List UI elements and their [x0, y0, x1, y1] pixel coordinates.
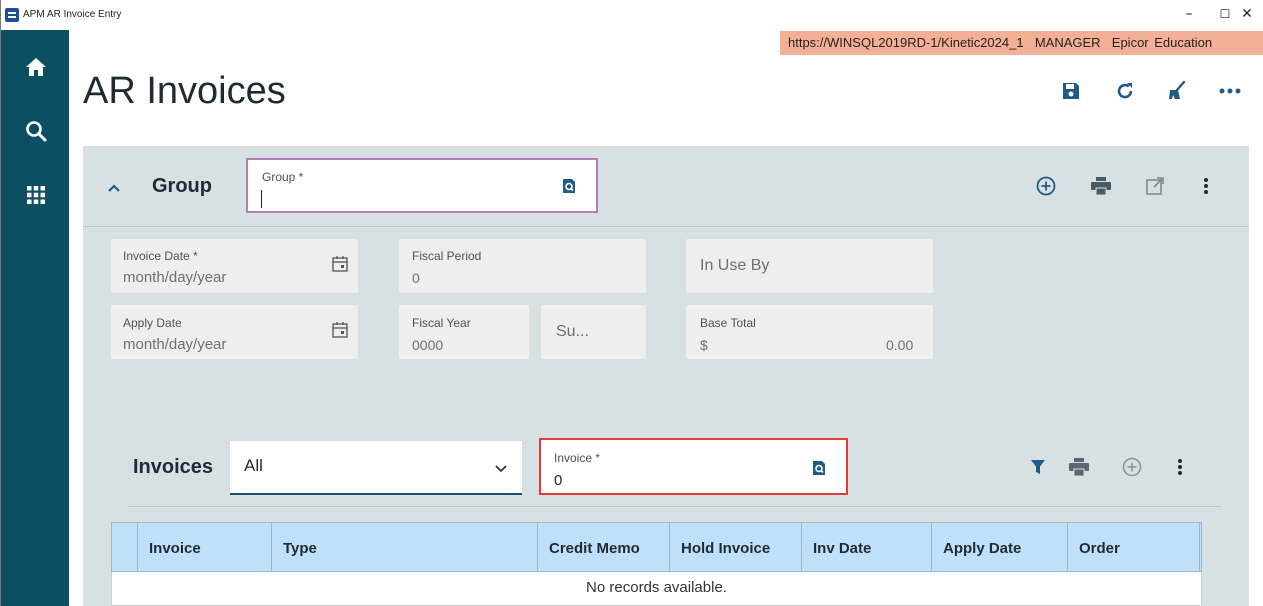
- filter-icon[interactable]: [1027, 456, 1049, 478]
- lookup-search-icon[interactable]: [810, 458, 828, 478]
- fiscal-period-label: Fiscal Period: [412, 249, 482, 263]
- fiscal-year-label: Fiscal Year: [412, 316, 471, 330]
- invoice-date-placeholder: month/day/year: [123, 269, 227, 286]
- environment-info-banner: https://WINSQL2019RD-1/Kinetic2024_1 MAN…: [780, 31, 1263, 55]
- invoice-input-value: 0: [554, 472, 563, 489]
- window-title: APM AR Invoice Entry: [23, 9, 122, 20]
- clear-icon[interactable]: [1166, 80, 1188, 102]
- base-total-currency: $: [700, 337, 708, 353]
- column-header-credit-memo[interactable]: Credit Memo: [537, 523, 669, 573]
- invoices-kebab-menu-icon[interactable]: [1172, 456, 1188, 478]
- text-cursor: [261, 190, 262, 208]
- column-header-order[interactable]: Order: [1067, 523, 1199, 573]
- apps-grid-icon[interactable]: [19, 178, 53, 212]
- su-field-value: Su...: [556, 323, 589, 340]
- invoice-date-field[interactable]: Invoice Date * month/day/year: [111, 239, 358, 293]
- grid-body: No records available.: [111, 572, 1202, 606]
- close-window-button[interactable]: ✕: [1229, 4, 1263, 24]
- column-header-invoice[interactable]: Invoice: [137, 523, 271, 573]
- chevron-down-icon: [494, 461, 508, 479]
- refresh-icon[interactable]: [1114, 80, 1136, 102]
- minimize-button[interactable]: –: [1171, 4, 1207, 24]
- column-header-inv-date[interactable]: Inv Date: [801, 523, 931, 573]
- more-icon[interactable]: [1219, 80, 1241, 102]
- in-use-by-field: In Use By: [686, 239, 933, 293]
- group-input-label: Group *: [262, 170, 304, 184]
- fiscal-year-value: 0000: [412, 337, 444, 353]
- apply-date-label: Apply Date: [123, 316, 182, 330]
- column-header-overflow: [1199, 523, 1203, 573]
- print-group-icon[interactable]: [1090, 175, 1112, 197]
- fiscal-year-field: Fiscal Year 0000: [399, 305, 529, 359]
- epicor-app-icon: [5, 8, 19, 22]
- calendar-icon[interactable]: [330, 320, 350, 340]
- lookup-search-icon[interactable]: [560, 176, 578, 196]
- base-total-label: Base Total: [700, 316, 756, 330]
- group-input[interactable]: Group *: [246, 158, 598, 213]
- empty-grid-message: No records available.: [586, 579, 727, 596]
- calendar-icon[interactable]: [330, 254, 350, 274]
- title-bar: APM AR Invoice Entry – ☐ ✕: [1, 0, 1263, 30]
- column-header-apply-date[interactable]: Apply Date: [931, 523, 1067, 573]
- add-group-icon[interactable]: [1035, 175, 1057, 197]
- print-invoices-icon[interactable]: [1068, 456, 1090, 478]
- group-kebab-menu-icon[interactable]: [1198, 175, 1214, 197]
- base-total-field: Base Total $ 0.00: [686, 305, 933, 359]
- open-external-icon[interactable]: [1144, 175, 1166, 197]
- section-divider: [83, 226, 1249, 227]
- company-name: Epicor Education: [1111, 35, 1213, 50]
- home-icon[interactable]: [19, 50, 53, 84]
- invoice-filter-dropdown[interactable]: All: [230, 441, 522, 495]
- fiscal-period-field: Fiscal Period 0: [399, 239, 646, 293]
- server-url: https://WINSQL2019RD-1/Kinetic2024_1: [788, 35, 1024, 50]
- search-icon[interactable]: [19, 114, 53, 148]
- grid-header-row: Invoice Type Credit Memo Hold Invoice In…: [111, 522, 1203, 573]
- su-field[interactable]: Su...: [541, 305, 646, 359]
- group-section-title: Group: [152, 175, 212, 197]
- invoice-input-label: Invoice *: [554, 451, 601, 465]
- page-title: AR Invoices: [83, 70, 286, 112]
- apply-date-field[interactable]: Apply Date month/day/year: [111, 305, 358, 359]
- invoices-divider: [128, 506, 1221, 507]
- invoice-filter-selected: All: [244, 456, 263, 475]
- left-nav-sidebar: [1, 30, 69, 606]
- current-user: MANAGER: [1034, 35, 1101, 50]
- add-invoice-icon[interactable]: [1121, 456, 1143, 478]
- save-icon[interactable]: [1060, 80, 1082, 102]
- column-header-hold-invoice[interactable]: Hold Invoice: [669, 523, 801, 573]
- fiscal-period-value: 0: [412, 270, 420, 286]
- invoice-input[interactable]: Invoice * 0: [539, 438, 848, 495]
- apply-date-placeholder: month/day/year: [123, 336, 227, 353]
- invoices-grid: Invoice Type Credit Memo Hold Invoice In…: [111, 522, 1202, 606]
- collapse-chevron-icon[interactable]: [107, 180, 123, 192]
- invoices-section-title: Invoices: [133, 456, 214, 478]
- base-total-value: 0.00: [886, 337, 914, 353]
- invoice-date-label: Invoice Date *: [123, 249, 198, 263]
- in-use-by-label: In Use By: [700, 257, 770, 274]
- app-window: APM AR Invoice Entry – ☐ ✕ https://WINSQ…: [0, 0, 1263, 606]
- column-header-type[interactable]: Type: [271, 523, 537, 573]
